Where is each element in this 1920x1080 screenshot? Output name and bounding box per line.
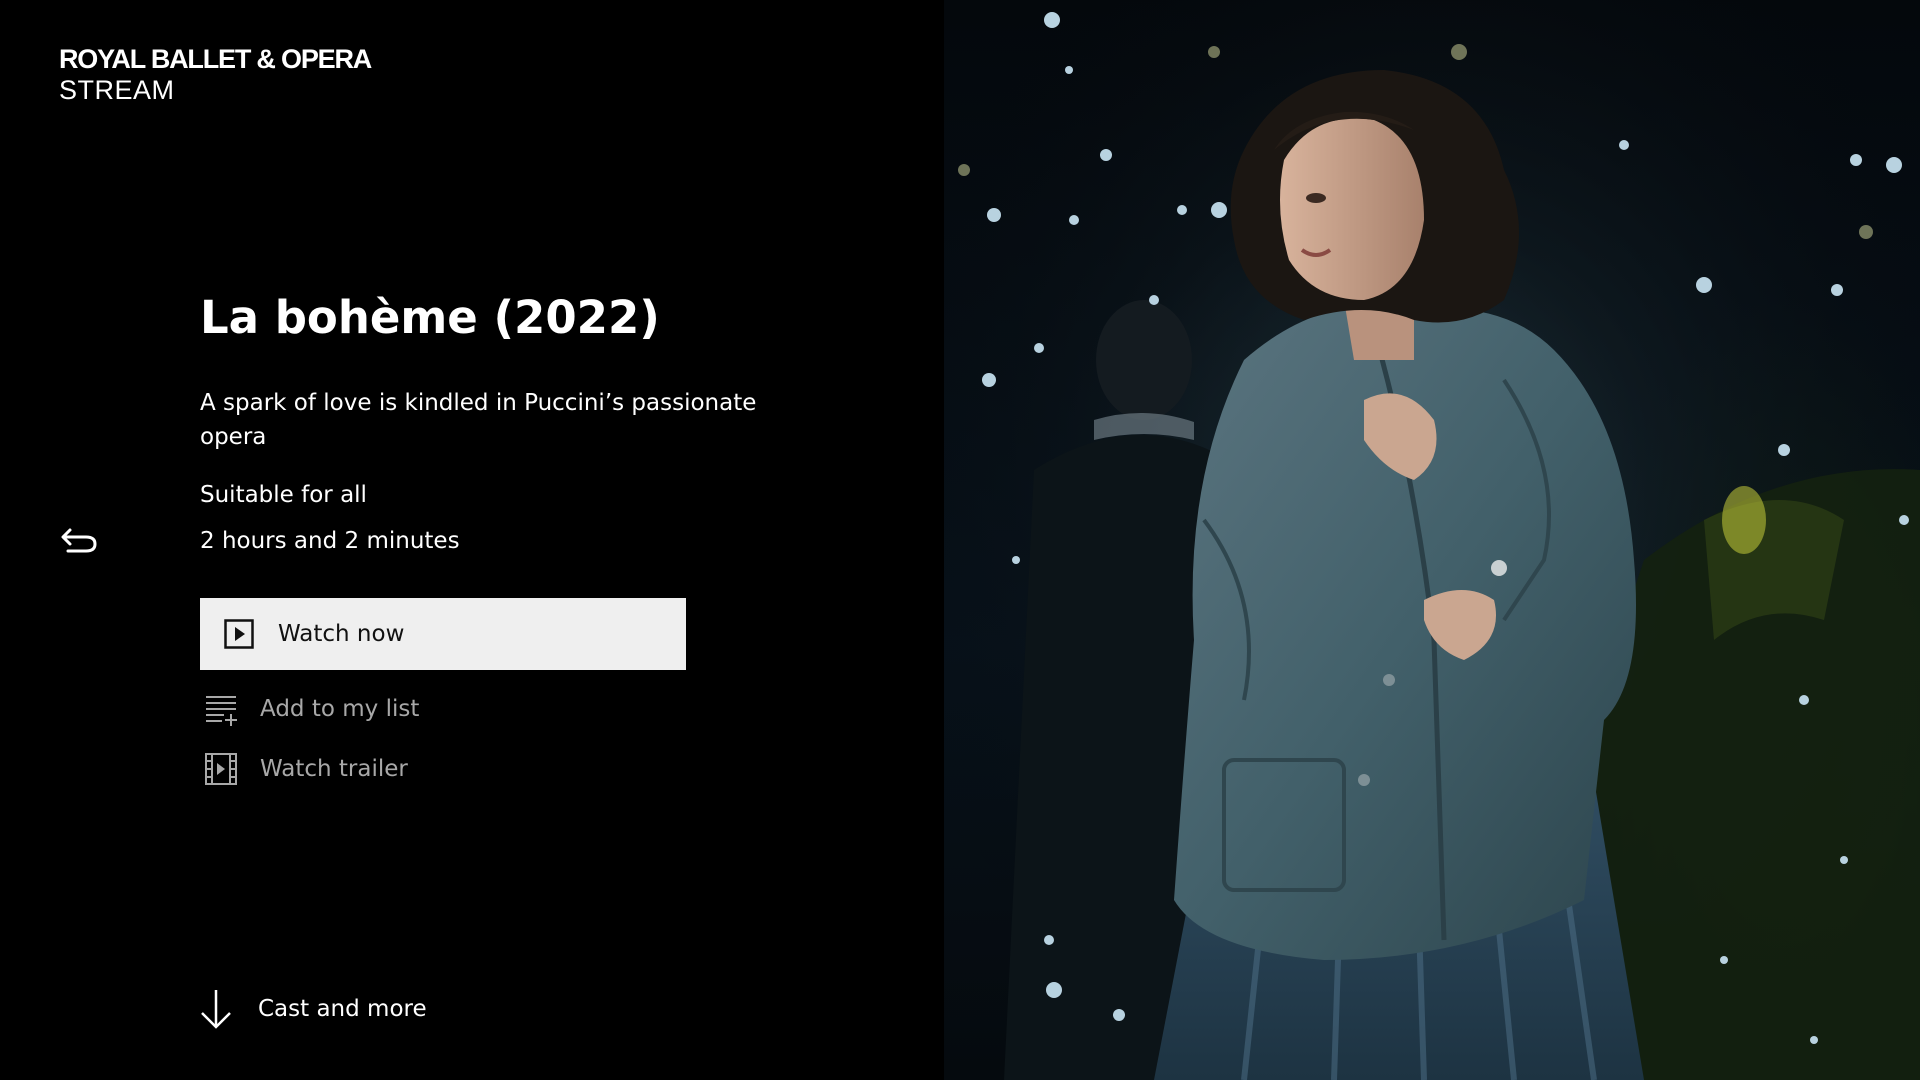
brand-subtitle: STREAM	[59, 75, 175, 105]
hero-illustration	[944, 0, 1920, 1080]
watch-trailer-label: Watch trailer	[260, 756, 408, 782]
watch-now-label: Watch now	[278, 621, 405, 647]
cast-and-more-label: Cast and more	[258, 996, 427, 1022]
add-to-list-label: Add to my list	[260, 696, 420, 722]
duration: 2 hours and 2 minutes	[200, 528, 460, 554]
age-rating: Suitable for all	[200, 482, 367, 508]
add-to-list-button[interactable]: Add to my list	[200, 692, 419, 726]
watch-now-button[interactable]: Watch now	[200, 598, 686, 670]
back-arrow-icon	[61, 528, 97, 553]
page-title: La bohème (2022)	[200, 291, 660, 344]
playlist-add-icon	[206, 696, 237, 726]
cast-and-more-button[interactable]: Cast and more	[198, 988, 427, 1030]
back-button[interactable]	[60, 524, 100, 556]
film-strip-icon	[205, 753, 237, 785]
title-detail-screen: ROYAL BALLET & OPERA STREAM La bohème (2…	[0, 0, 1920, 1080]
play-icon	[224, 619, 254, 649]
synopsis: A spark of love is kindled in Puccini’s …	[200, 390, 757, 450]
watch-trailer-button[interactable]: Watch trailer	[200, 752, 408, 786]
brand-name: ROYAL BALLET & OPERA	[59, 44, 372, 74]
arrow-down-icon	[201, 990, 231, 1029]
hero-image	[944, 0, 1920, 1080]
brand-logo: ROYAL BALLET & OPERA STREAM	[59, 44, 372, 106]
